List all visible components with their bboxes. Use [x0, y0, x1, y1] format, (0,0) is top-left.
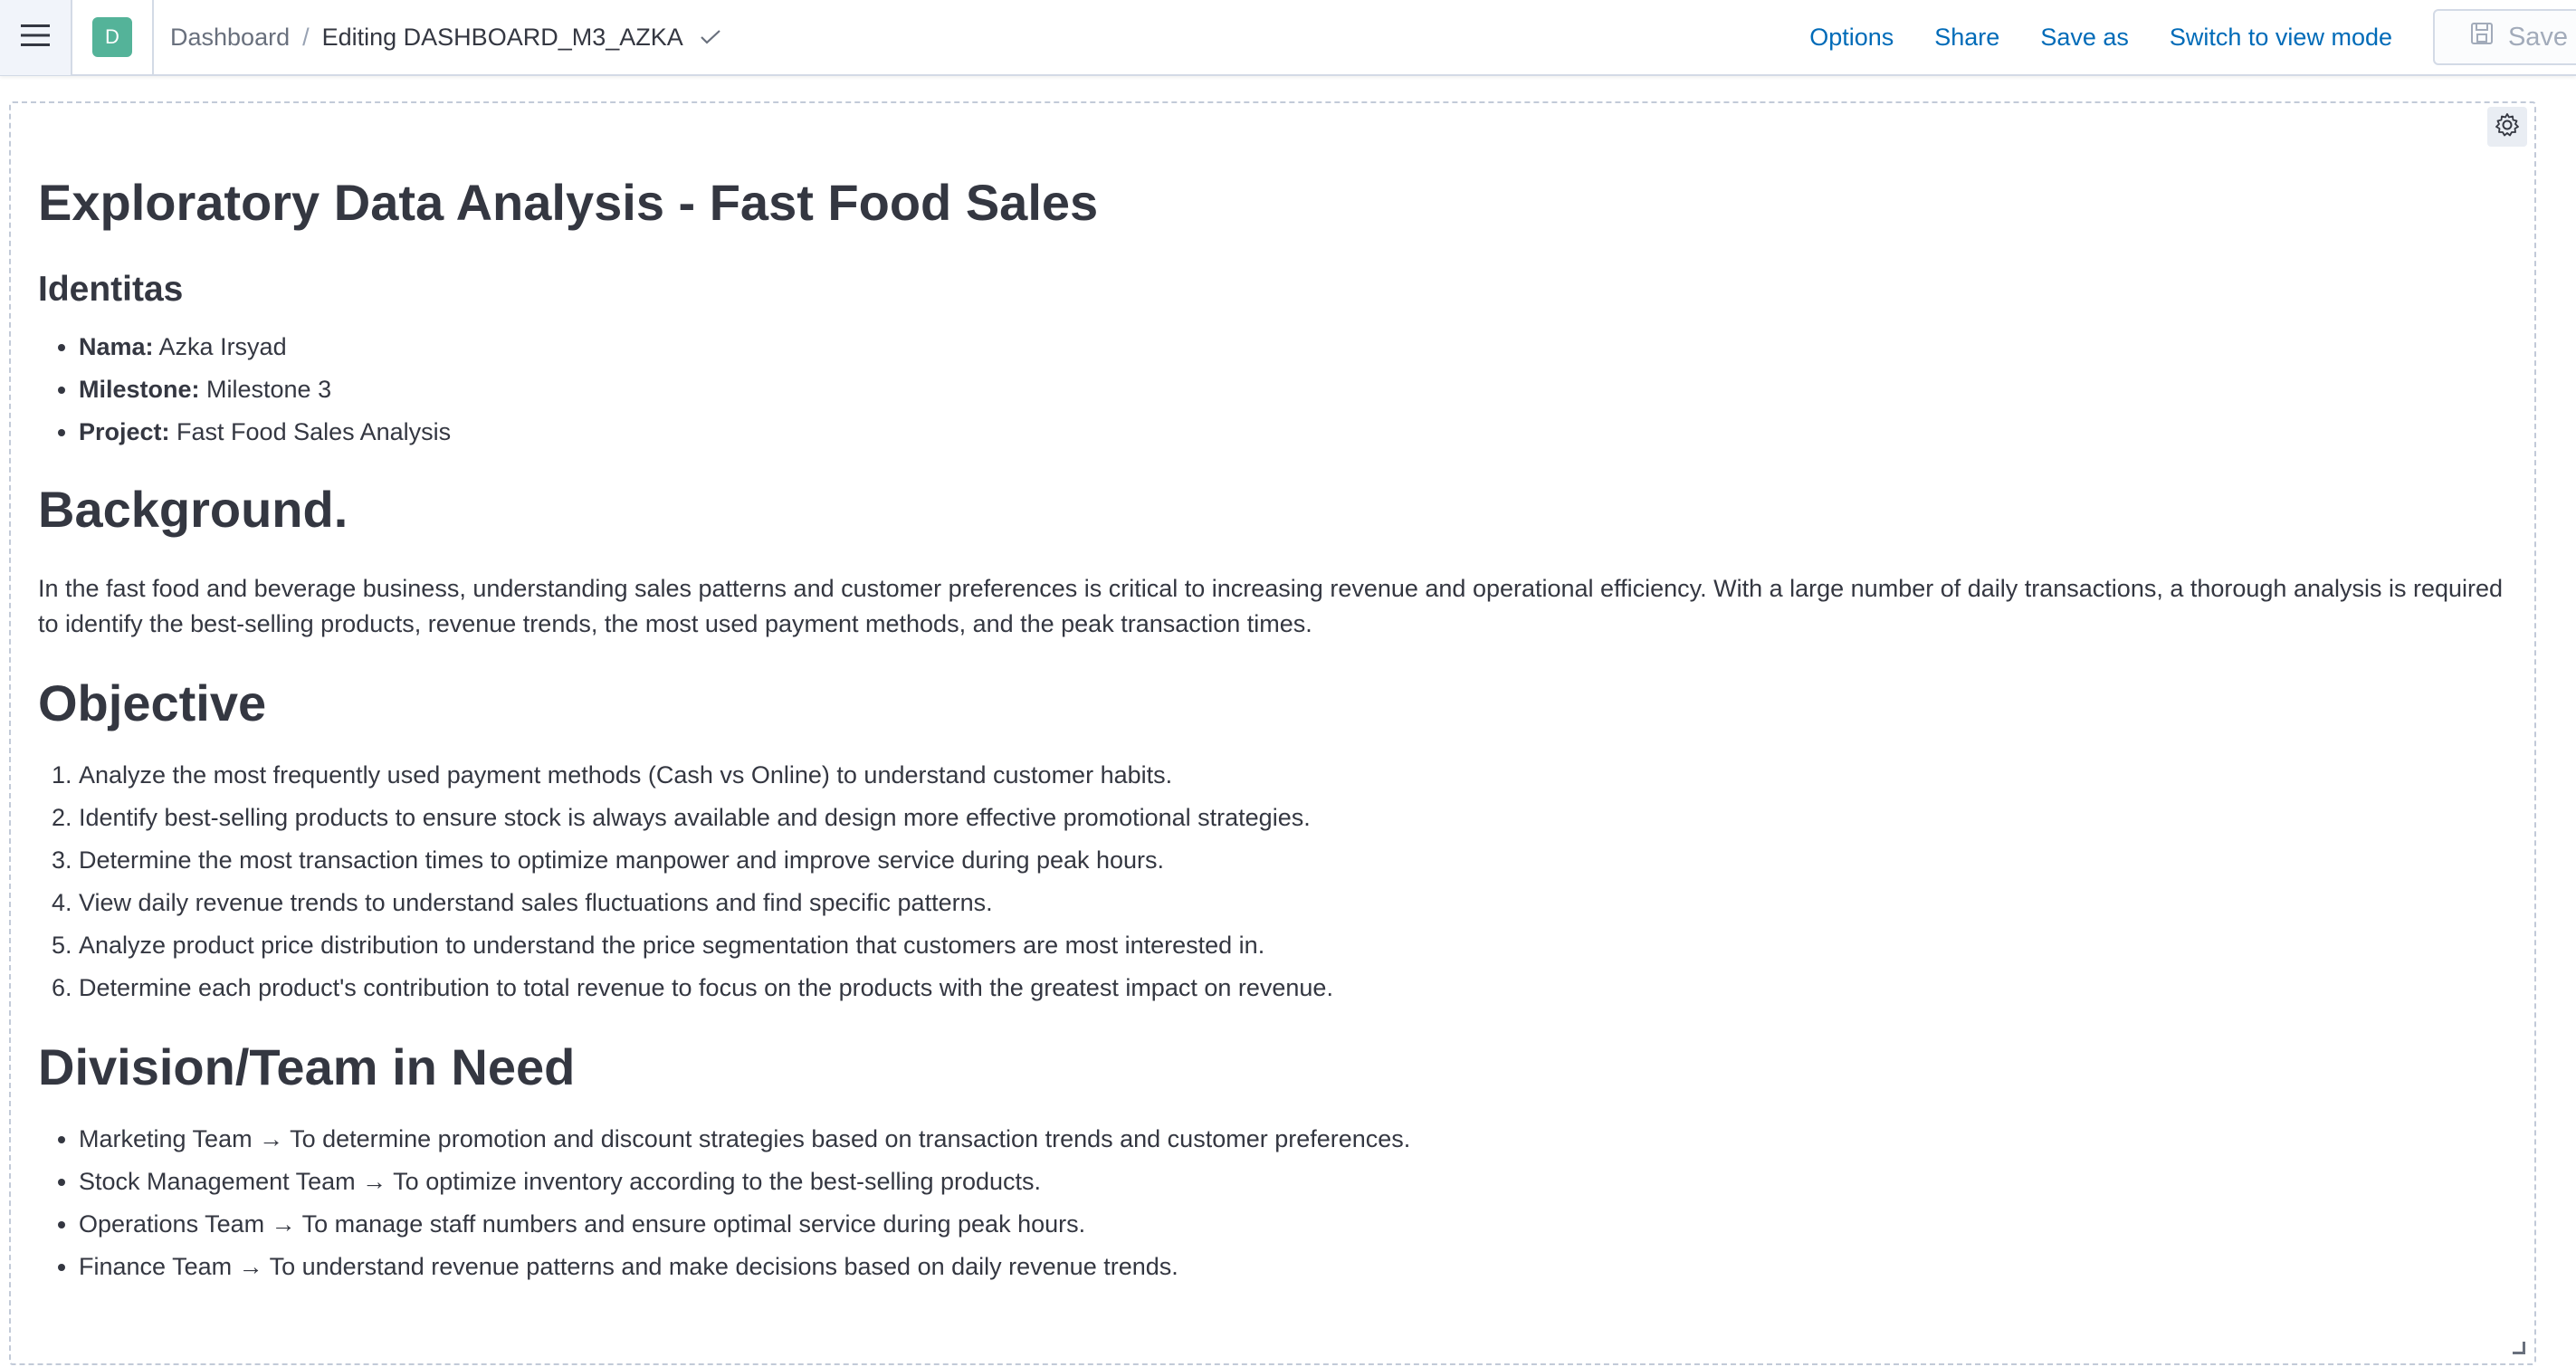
space-avatar[interactable]: D	[92, 17, 132, 57]
hamburger-icon	[21, 24, 50, 52]
breadcrumb-separator: /	[302, 23, 310, 51]
save-button-label: Save	[2507, 22, 2569, 52]
division-item: Marketing Team → To determine promotion …	[79, 1118, 2518, 1161]
division-list: Marketing Team → To determine promotion …	[38, 1118, 2518, 1288]
identity-item: Milestone: Milestone 3	[79, 368, 2518, 411]
gear-icon	[2495, 112, 2520, 142]
background-paragraph: In the fast food and beverage business, …	[38, 575, 2504, 637]
save-icon	[2470, 22, 2494, 53]
identity-item: Project: Fast Food Sales Analysis	[79, 411, 2518, 454]
identity-label: Nama:	[79, 333, 154, 360]
objective-item: Analyze the most frequently used payment…	[79, 754, 2518, 797]
identity-heading: Identitas	[38, 270, 184, 309]
page-title: Exploratory Data Analysis - Fast Food Sa…	[38, 174, 1099, 231]
share-link[interactable]: Share	[1934, 24, 1999, 52]
objective-item: View daily revenue trends to understand …	[79, 882, 2518, 924]
division-heading: Division/Team in Need	[38, 1038, 576, 1095]
breadcrumb-current: Editing DASHBOARD_M3_AZKA	[321, 23, 683, 51]
objective-item: Analyze product price distribution to un…	[79, 924, 2518, 967]
markdown-panel: Exploratory Data Analysis - Fast Food Sa…	[9, 101, 2536, 1365]
identity-list: Nama: Azka Irsyad Milestone: Milestone 3…	[38, 326, 2518, 454]
save-button[interactable]: Save	[2433, 9, 2576, 65]
objective-item: Identify best-selling products to ensure…	[79, 797, 2518, 839]
options-link[interactable]: Options	[1809, 24, 1894, 52]
division-item: Finance Team → To understand revenue pat…	[79, 1246, 2518, 1288]
division-item: Stock Management Team → To optimize inve…	[79, 1161, 2518, 1203]
check-icon	[700, 29, 721, 45]
background-heading: Background.	[38, 481, 348, 538]
markdown-content: Exploratory Data Analysis - Fast Food Sa…	[38, 167, 2518, 1288]
hamburger-menu-button[interactable]	[0, 0, 72, 75]
panel-options-button[interactable]	[2487, 107, 2527, 147]
identity-item: Nama: Azka Irsyad	[79, 326, 2518, 368]
objective-list: Analyze the most frequently used payment…	[38, 754, 2518, 1009]
resize-handle[interactable]	[2513, 1342, 2525, 1354]
division-item: Operations Team → To manage staff number…	[79, 1203, 2518, 1246]
objective-heading: Objective	[38, 674, 267, 731]
identity-label: Project:	[79, 418, 170, 445]
switch-to-view-mode-link[interactable]: Switch to view mode	[2170, 24, 2392, 52]
breadcrumb-dashboard[interactable]: Dashboard	[170, 24, 290, 52]
identity-value: Azka Irsyad	[153, 333, 287, 360]
identity-label: Milestone:	[79, 376, 200, 403]
identity-value: Fast Food Sales Analysis	[169, 418, 452, 445]
identity-value: Milestone 3	[199, 376, 332, 403]
top-nav-bar: D Dashboard / Editing DASHBOARD_M3_AZKA …	[0, 0, 2576, 76]
save-as-link[interactable]: Save as	[2040, 24, 2129, 52]
space-selector: D	[72, 0, 154, 75]
objective-item: Determine each product's contribution to…	[79, 967, 2518, 1009]
objective-item: Determine the most transaction times to …	[79, 839, 2518, 882]
